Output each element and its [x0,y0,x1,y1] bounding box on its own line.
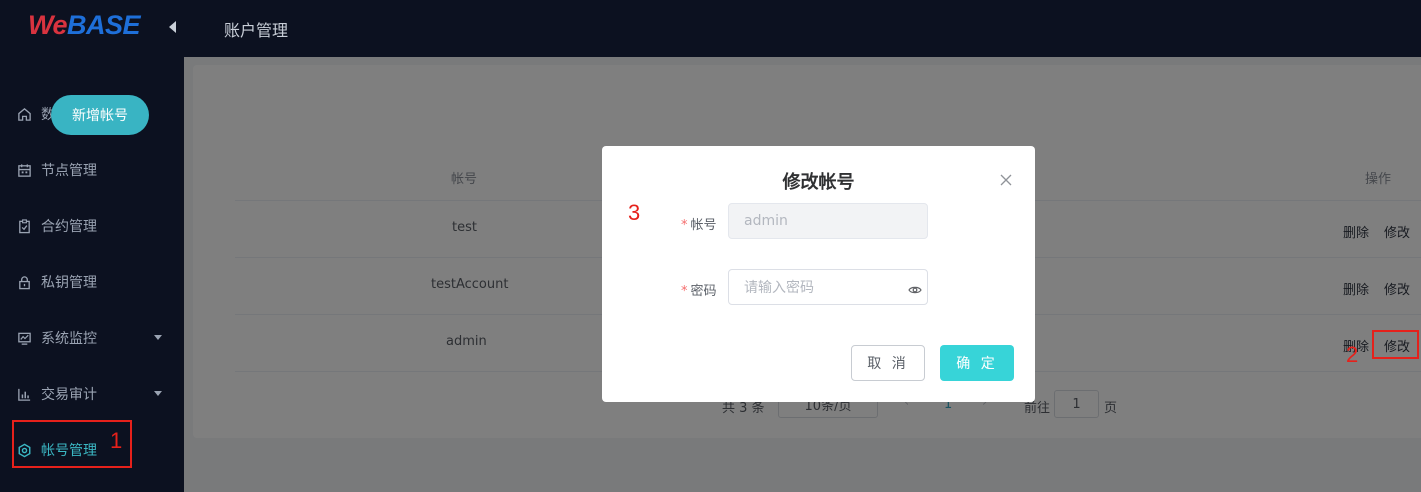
sidebar-item-label: 私钥管理 [41,275,97,291]
annotation-box-edit [1372,330,1419,359]
close-icon[interactable] [999,172,1013,186]
monitor-chart-icon [17,331,32,346]
lock-icon [17,275,32,290]
confirm-button[interactable]: 确 定 [940,345,1014,381]
annotation-number-3: 3 [628,200,641,225]
add-account-button[interactable]: 新增帐号 [51,95,149,135]
bar-chart-icon [17,387,32,402]
eye-icon[interactable] [908,282,922,296]
collapse-sidebar-icon[interactable] [169,21,176,33]
chevron-down-icon [154,335,162,340]
account-field-label: * 帐号 [681,218,717,233]
edit-account-dialog: 修改帐号 3 * 帐号 admin * 密码 请输入密码 取 消 确 定 [602,146,1035,402]
sidebar-item-label: 合约管理 [41,219,97,235]
sidebar-item-label: 节点管理 [41,163,97,179]
sidebar-item-audit[interactable]: 交易审计 [0,374,184,414]
chevron-down-icon [154,391,162,396]
home-icon [17,107,32,122]
password-field[interactable]: 请输入密码 [728,269,928,305]
dialog-title: 修改帐号 [782,172,855,193]
account-field: admin [728,203,928,239]
annotation-number-2: 2 [1346,342,1359,367]
sidebar-item-monitoring[interactable]: 系统监控 [0,318,184,358]
calendar-icon [17,163,32,178]
sidebar-item-nodes[interactable]: 节点管理 [0,150,184,190]
sidebar-item-label: 交易审计 [41,387,97,403]
sidebar-item-contracts[interactable]: 合约管理 [0,206,184,246]
annotation-number-1: 1 [110,428,123,453]
password-field-label: * 密码 [681,284,717,299]
cancel-button[interactable]: 取 消 [851,345,925,381]
webase-logo[interactable]: WeBASE [28,10,141,41]
sidebar-item-private-keys[interactable]: 私钥管理 [0,262,184,302]
sidebar: WeBASE 数据概览 节点管理 合约管理 私钥管理 系统监控 交易审计 帐号管… [0,0,184,492]
top-header: 账户管理 [184,0,1421,57]
sidebar-item-label: 系统监控 [41,331,97,347]
page-title: 账户管理 [224,21,289,40]
clipboard-check-icon [17,218,32,234]
